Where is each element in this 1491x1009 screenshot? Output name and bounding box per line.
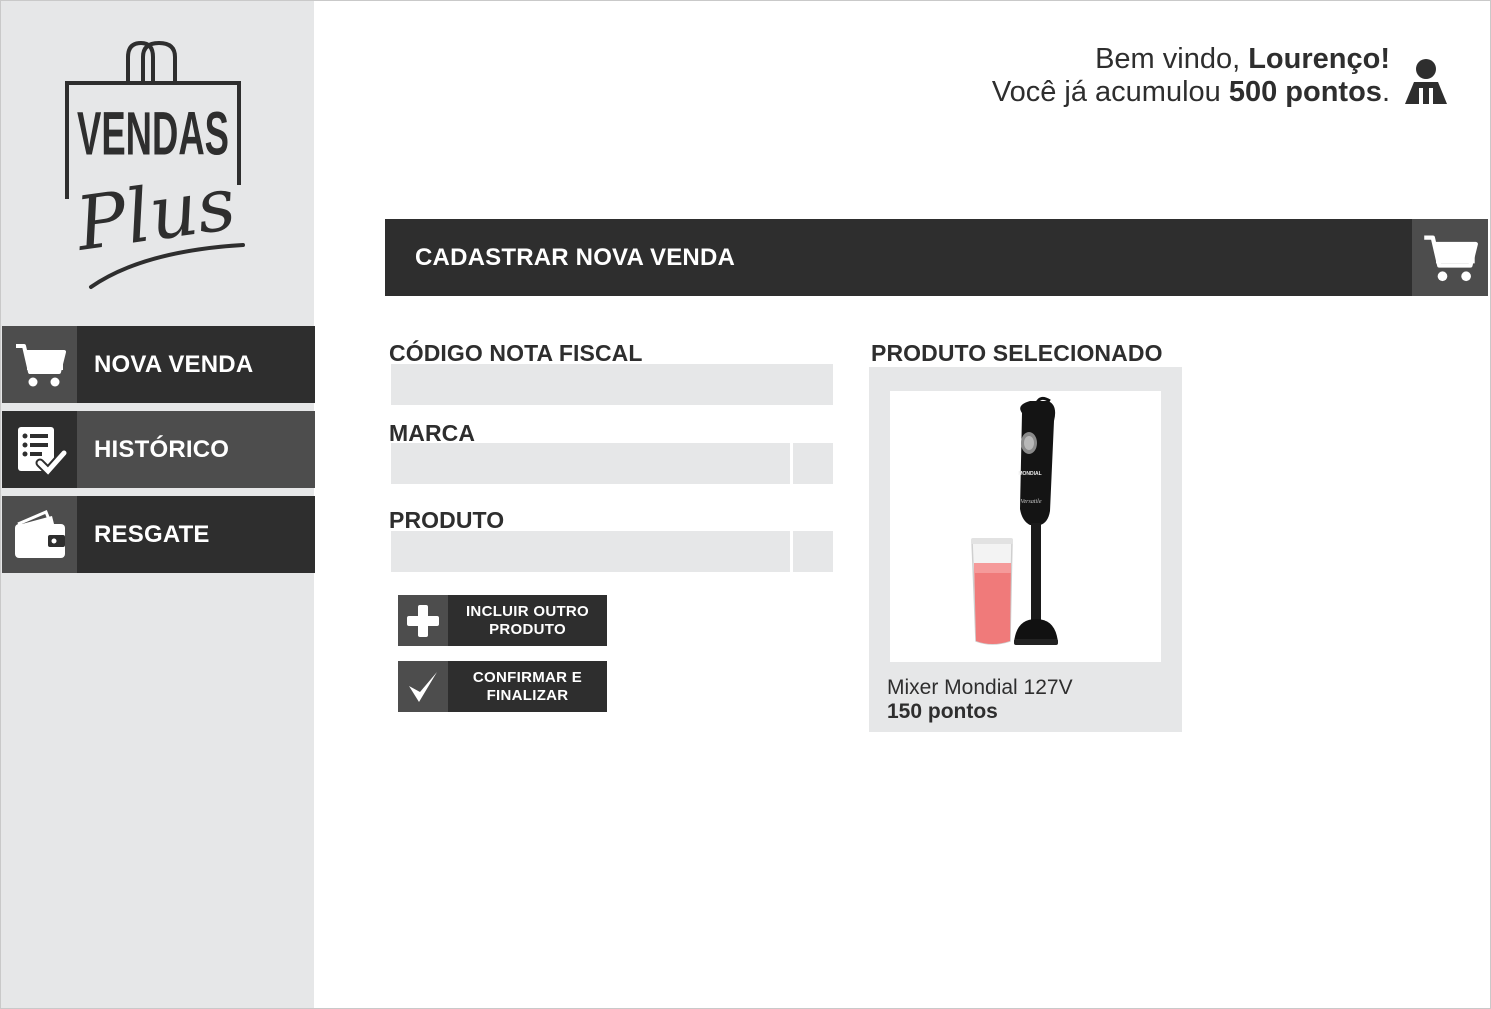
points-value: 500 pontos <box>1228 76 1382 108</box>
product-select[interactable] <box>391 531 790 572</box>
add-product-label: INCLUIR OUTRO PRODUTO <box>448 595 607 646</box>
confirm-finish-button[interactable]: CONFIRMAR E FINALIZAR <box>398 661 607 712</box>
hand-mixer-image: MONDIAL Versatile <box>971 396 1058 645</box>
confirm-label-line2: FINALIZAR <box>486 686 569 704</box>
cart-button[interactable] <box>1412 219 1488 296</box>
svg-text:Plus: Plus <box>69 160 240 268</box>
product-image: MONDIAL Versatile <box>890 391 1161 662</box>
svg-text:Versatile: Versatile <box>1021 499 1042 505</box>
checklist-icon <box>2 411 77 488</box>
selected-product-label: PRODUTO SELECIONADO <box>871 340 1163 366</box>
sidebar-item-label: NOVA VENDA <box>77 326 315 403</box>
checkmark-icon <box>398 661 448 712</box>
cart-icon <box>1424 234 1478 281</box>
cart-icon <box>2 326 77 403</box>
selected-product-card: MONDIAL Versatile Mixer Mondial 127V 150… <box>869 367 1182 732</box>
sidebar-item-label: HISTÓRICO <box>77 411 315 488</box>
page-title-bar: CADASTRAR NOVA VENDA <box>385 219 1412 296</box>
sidebar: VENDAS Plus NOVA VENDA HISTÓRICO RESGATE <box>1 1 315 1008</box>
add-product-button[interactable]: INCLUIR OUTRO PRODUTO <box>398 595 607 646</box>
invoice-code-label: CÓDIGO NOTA FISCAL <box>389 340 643 366</box>
page-title: CADASTRAR NOVA VENDA <box>415 243 736 271</box>
add-product-label-line2: PRODUTO <box>489 620 566 638</box>
svg-text:VENDAS: VENDAS <box>77 99 229 168</box>
brand-dropdown-button[interactable] <box>793 443 833 484</box>
brand-select[interactable] <box>391 443 790 484</box>
wallet-icon <box>2 496 77 573</box>
welcome-message: Bem vindo, Lourenço! Você já acumulou 50… <box>992 43 1390 109</box>
sidebar-item-resgate[interactable]: RESGATE <box>2 496 315 573</box>
user-icon[interactable] <box>1405 58 1447 106</box>
sidebar-item-nova-venda[interactable]: NOVA VENDA <box>2 326 315 403</box>
welcome-line: Bem vindo, Lourenço! <box>992 43 1390 76</box>
sidebar-item-label: RESGATE <box>77 496 315 573</box>
vendas-plus-logo: VENDAS Plus <box>65 40 245 289</box>
confirm-finish-label: CONFIRMAR E FINALIZAR <box>448 661 607 712</box>
invoice-code-input[interactable] <box>391 364 833 405</box>
points-suffix: . <box>1381 76 1390 108</box>
sidebar-item-historico[interactable]: HISTÓRICO <box>2 411 315 488</box>
user-name: Lourenço! <box>1248 43 1390 75</box>
product-dropdown-button[interactable] <box>793 531 833 572</box>
points-line: Você já acumulou 500 pontos. <box>992 76 1390 109</box>
product-name: Mixer Mondial 127V <box>887 676 1073 699</box>
product-points: 150 pontos <box>887 700 998 723</box>
add-product-label-line1: INCLUIR OUTRO <box>465 602 590 620</box>
plus-icon <box>398 595 448 646</box>
greeting-text: Bem vindo, <box>1095 43 1249 75</box>
points-prefix: Você já acumulou <box>991 76 1229 108</box>
svg-text:MONDIAL: MONDIAL <box>1018 471 1041 477</box>
product-label: PRODUTO <box>389 507 505 533</box>
confirm-label-line1: CONFIRMAR E <box>472 668 583 686</box>
